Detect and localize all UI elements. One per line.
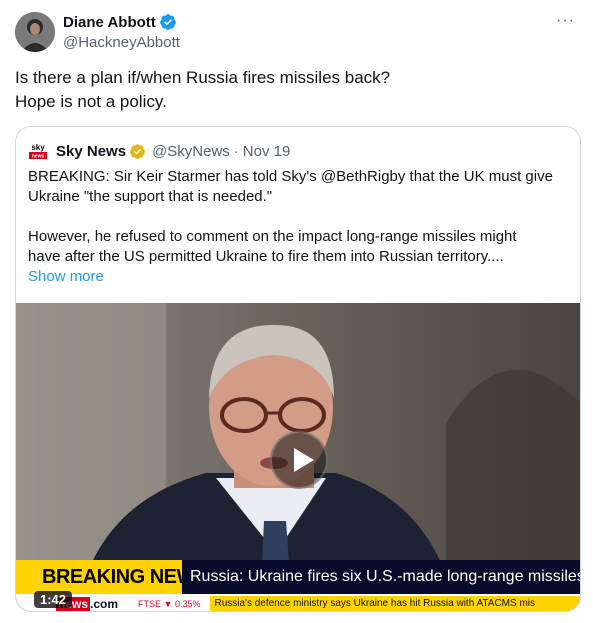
quoted-line: However, he refused to comment on the im…: [28, 228, 517, 245]
svg-text:sky: sky: [31, 143, 45, 152]
breaking-news-label: BREAKING NEWS: [16, 560, 208, 594]
quoted-tweet-card[interactable]: sky news Sky News @SkyNews · Nov 19 BREA…: [15, 126, 581, 612]
show-more-link[interactable]: Show more: [28, 267, 576, 287]
lower-ticker-strip: news .com FTSE ▼ 0.35% Russia's defence m…: [16, 594, 580, 611]
quoted-author-handle[interactable]: @SkyNews: [152, 143, 230, 160]
author-block: Diane Abbott @HackneyAbbott: [63, 12, 180, 52]
video-duration-badge: 1:42: [34, 591, 73, 608]
ticker-message: Russia's defence ministry says Ukraine h…: [210, 596, 580, 611]
quoted-author-name[interactable]: Sky News: [56, 143, 126, 160]
play-button-icon[interactable]: [270, 431, 328, 489]
news-ticker: BREAKING NEWS Russia: Ukraine fires six …: [16, 560, 580, 594]
gold-verified-badge-icon: [130, 143, 145, 159]
sky-news-logo-icon[interactable]: sky news: [28, 141, 48, 161]
more-options-icon[interactable]: ···: [556, 13, 575, 29]
author-handle[interactable]: @HackneyAbbott: [63, 34, 180, 51]
headline-text: Russia: Ukraine fires six U.S.-made long…: [182, 560, 580, 594]
quoted-tweet-text: BREAKING: Sir Keir Starmer has told Sky'…: [28, 167, 576, 287]
tweet-line: Hope is not a policy.: [15, 92, 167, 111]
tweet-text: Is there a plan if/when Russia fires mis…: [15, 66, 390, 114]
svg-text:news: news: [32, 154, 45, 160]
tweet-line: Is there a plan if/when Russia fires mis…: [15, 68, 391, 87]
quoted-tweet-header: sky news Sky News @SkyNews · Nov 19: [28, 141, 290, 161]
ftse-indicator: FTSE ▼ 0.35%: [138, 598, 201, 609]
quoted-line: BREAKING: Sir Keir Starmer has told Sky'…: [28, 168, 553, 185]
separator-dot: ·: [233, 142, 239, 160]
video-player[interactable]: BREAKING NEWS Russia: Ukraine fires six …: [16, 303, 580, 611]
author-avatar[interactable]: [15, 12, 55, 52]
avatar-image: [15, 12, 55, 52]
quoted-tweet-date[interactable]: Nov 19: [243, 143, 291, 160]
verified-badge-icon: [159, 14, 176, 30]
quoted-line: Ukraine "the support that is needed.": [28, 188, 273, 205]
quoted-line: have after the US permitted Ukraine to f…: [28, 248, 504, 265]
author-name[interactable]: Diane Abbott: [63, 14, 156, 31]
